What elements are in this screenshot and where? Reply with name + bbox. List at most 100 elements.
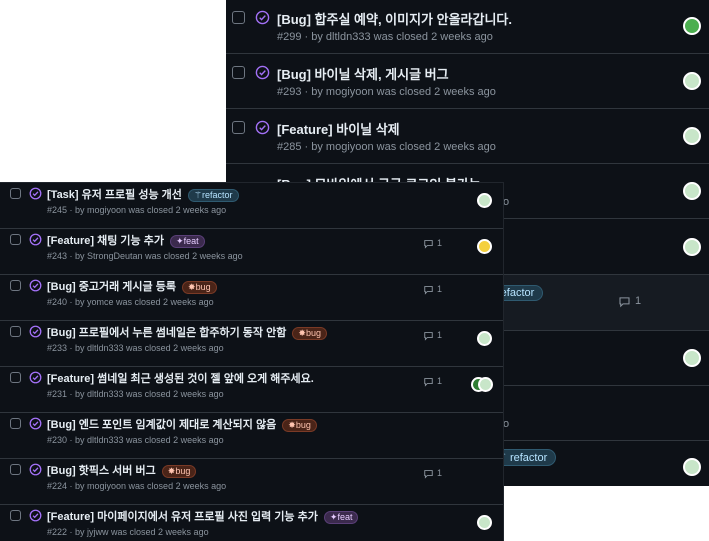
- avatar[interactable]: [683, 349, 701, 367]
- list-item[interactable]: [Bug] 합주실 예약, 이미지가 안올라갑니다. #299 · by dlt…: [226, 0, 709, 54]
- label-bug[interactable]: ✸bug: [282, 418, 317, 432]
- row-checkbox[interactable]: [10, 234, 21, 245]
- issue-title[interactable]: [Bug] 합주실 예약, 이미지가 안올라갑니다.: [277, 9, 512, 28]
- issue-title-text: [Bug] 핫픽스 서버 버그: [47, 465, 156, 477]
- issue-title[interactable]: [Bug] 프로필에서 누른 썸네일은 합주하기 동작 안함 ✸bug: [47, 324, 327, 340]
- comment-count[interactable]: 1: [437, 284, 442, 294]
- avatar[interactable]: [477, 239, 492, 254]
- avatar[interactable]: [477, 331, 492, 346]
- issue-meta: o: [503, 196, 510, 208]
- issue-meta: o: [503, 418, 510, 430]
- issue-title-text: [Bug] 프로필에서 누른 썸네일은 합주하기 동작 안함: [47, 327, 287, 339]
- label-feat[interactable]: ✦feat: [170, 234, 205, 248]
- comment-count[interactable]: 1: [635, 295, 641, 307]
- issue-meta: #240 · by yomce was closed 2 weeks ago: [47, 297, 214, 307]
- avatar[interactable]: [478, 377, 493, 392]
- issue-title[interactable]: [Feature] 마이페이지에서 유저 프로필 사진 입력 기능 추가 ✦fe…: [47, 508, 359, 524]
- row-checkbox[interactable]: [10, 418, 21, 429]
- avatar[interactable]: [477, 515, 492, 530]
- label-feat[interactable]: ✦feat: [323, 510, 359, 524]
- avatar[interactable]: [683, 72, 701, 90]
- comment-count[interactable]: 1: [437, 376, 442, 386]
- avatar[interactable]: [683, 182, 701, 200]
- row-checkbox[interactable]: [10, 510, 21, 521]
- comment-count[interactable]: 1: [437, 238, 442, 248]
- label-text: bug: [175, 465, 191, 476]
- issue-meta: #230 · by dltldn333 was closed 2 weeks a…: [47, 435, 224, 445]
- avatar[interactable]: [683, 17, 701, 35]
- comment-count[interactable]: 1: [437, 330, 442, 340]
- check-circle-icon: [255, 120, 270, 135]
- row-checkbox[interactable]: [10, 188, 21, 199]
- row-checkbox[interactable]: [10, 372, 21, 383]
- label-text: refactor: [202, 189, 233, 200]
- avatar[interactable]: [477, 193, 492, 208]
- issue-title[interactable]: [Bug] 중고거래 게시글 등록 ✸bug: [47, 278, 217, 294]
- comment-icon: [424, 378, 433, 387]
- comment-icon: [424, 332, 433, 341]
- check-circle-icon: [255, 10, 270, 25]
- issue-meta: #222 · by jyjww was closed 2 weeks ago: [47, 527, 209, 537]
- label-text: bug: [295, 419, 311, 430]
- label-bug[interactable]: ✸bug: [161, 464, 197, 478]
- list-item[interactable]: [Feature] 채팅 기능 추가 ✦feat #243 · by Stron…: [0, 229, 503, 275]
- issue-list-front: [Task] 유저 프로필 성능 개선 ⚚refactor #245 · by …: [0, 183, 503, 541]
- issue-title[interactable]: [Task] 유저 프로필 성능 개선 ⚚refactor: [47, 186, 239, 202]
- row-checkbox[interactable]: [10, 280, 21, 291]
- issue-title-text: [Bug] 엔드 포인트 임계값이 제대로 계산되지 않음: [47, 419, 277, 431]
- sparkle-icon: ✦: [176, 235, 184, 246]
- label-bug[interactable]: ✸bug: [182, 280, 217, 294]
- list-item[interactable]: [Bug] 중고거래 게시글 등록 ✸bug #240 · by yomce w…: [0, 275, 503, 321]
- row-checkbox[interactable]: [10, 326, 21, 337]
- list-item[interactable]: [Task] 유저 프로필 성능 개선 ⚚refactor #245 · by …: [0, 183, 503, 229]
- comment-icon: [619, 297, 630, 308]
- list-item[interactable]: [Feature] 마이페이지에서 유저 프로필 사진 입력 기능 추가 ✦fe…: [0, 505, 503, 541]
- check-circle-icon: [29, 233, 42, 246]
- wand-icon: ⚚: [193, 189, 203, 200]
- label-text: bug: [195, 281, 211, 292]
- issue-title[interactable]: [Feature] 채팅 기능 추가 ✦feat: [47, 232, 205, 248]
- issue-title[interactable]: [Feature] 바이닐 삭제: [277, 119, 400, 138]
- label-bug[interactable]: ✸bug: [292, 326, 327, 340]
- issue-meta: #231 · by dltldn333 was closed 2 weeks a…: [47, 389, 224, 399]
- issue-meta: #285 · by mogiyoon was closed 2 weeks ag…: [277, 141, 496, 153]
- bug-icon: ✸: [288, 419, 296, 430]
- issue-title-text: [Bug] 중고거래 게시글 등록: [47, 281, 176, 293]
- check-circle-icon: [29, 187, 42, 200]
- issue-title-text: [Feature] 마이페이지에서 유저 프로필 사진 입력 기능 추가: [47, 511, 318, 523]
- check-circle-icon: [255, 65, 270, 80]
- issue-meta: #243 · by StrongDeutan was closed 2 week…: [47, 251, 243, 261]
- check-circle-icon: [29, 279, 42, 292]
- issue-title[interactable]: [Feature] 썸네일 최근 생성된 것이 젤 앞에 오게 해주세요.: [47, 370, 314, 386]
- list-item[interactable]: [Bug] 바이닐 삭제, 게시글 버그 #293 · by mogiyoon …: [226, 54, 709, 109]
- comment-count[interactable]: 1: [437, 468, 442, 478]
- list-item[interactable]: [Bug] 엔드 포인트 임계값이 제대로 계산되지 않음 ✸bug #230 …: [0, 413, 503, 459]
- list-item[interactable]: [Bug] 프로필에서 누른 썸네일은 합주하기 동작 안함 ✸bug #233…: [0, 321, 503, 367]
- issue-meta: #224 · by mogiyoon was closed 2 weeks ag…: [47, 481, 227, 491]
- label-text: feat: [183, 235, 199, 246]
- issue-title-text: [Feature] 채팅 기능 추가: [47, 235, 164, 247]
- row-checkbox[interactable]: [232, 11, 245, 24]
- check-circle-icon: [29, 417, 42, 430]
- list-item[interactable]: [Bug] 핫픽스 서버 버그 ✸bug #224 · by mogiyoon …: [0, 459, 503, 505]
- avatar[interactable]: [683, 238, 701, 256]
- issue-title[interactable]: [Bug] 핫픽스 서버 버그 ✸bug: [47, 462, 197, 478]
- check-circle-icon: [29, 371, 42, 384]
- issue-meta: #293 · by mogiyoon was closed 2 weeks ag…: [277, 86, 496, 98]
- list-item[interactable]: [Feature] 썸네일 최근 생성된 것이 젤 앞에 오게 해주세요. #2…: [0, 367, 503, 413]
- issue-title[interactable]: [Bug] 바이닐 삭제, 게시글 버그: [277, 64, 449, 83]
- label-refactor[interactable]: ⚚refactor: [187, 188, 239, 202]
- avatar[interactable]: [683, 127, 701, 145]
- label-text: refactor: [509, 452, 548, 464]
- comment-icon: [424, 240, 433, 249]
- row-checkbox[interactable]: [232, 121, 245, 134]
- issue-meta: #245 · by mogiyoon was closed 2 weeks ag…: [47, 205, 227, 215]
- comment-icon: [424, 286, 433, 295]
- label-text: feat: [337, 511, 353, 522]
- avatar[interactable]: [683, 458, 701, 476]
- issue-title-text: [Feature] 썸네일 최근 생성된 것이 젤 앞에 오게 해주세요.: [47, 373, 314, 385]
- list-item[interactable]: [Feature] 바이닐 삭제 #285 · by mogiyoon was …: [226, 109, 709, 164]
- issue-title[interactable]: [Bug] 엔드 포인트 임계값이 제대로 계산되지 않음 ✸bug: [47, 416, 317, 432]
- row-checkbox[interactable]: [232, 66, 245, 79]
- row-checkbox[interactable]: [10, 464, 21, 475]
